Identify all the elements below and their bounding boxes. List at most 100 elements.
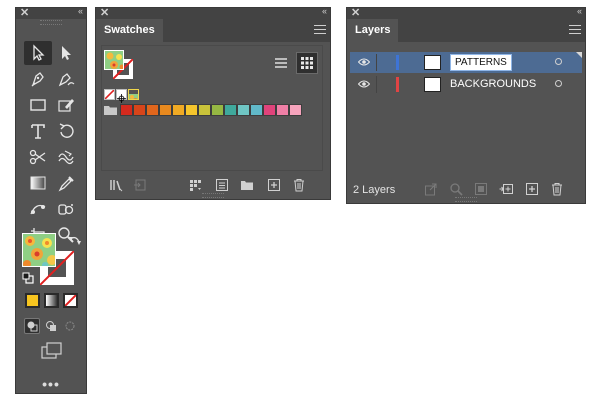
none-mode-button[interactable] xyxy=(63,293,78,308)
symbol-sprayer-tool[interactable] xyxy=(52,197,80,221)
grid-view-button[interactable] xyxy=(296,52,318,74)
create-sublayer-icon[interactable] xyxy=(499,182,513,196)
lock-column[interactable] xyxy=(376,76,377,93)
color-swatch[interactable] xyxy=(146,104,159,116)
color-swatch[interactable] xyxy=(185,104,198,116)
color-swatch[interactable] xyxy=(211,104,224,116)
color-swatch[interactable] xyxy=(276,104,289,116)
layer-name-input[interactable]: PATTERNS xyxy=(450,54,512,71)
color-swatch[interactable] xyxy=(120,104,133,116)
layers-panel-grip[interactable] xyxy=(455,197,477,202)
current-fill-stroke-swatch[interactable] xyxy=(104,50,134,80)
collapse-tools-panel-button[interactable]: ‹‹ xyxy=(78,6,83,16)
swatches-menu-icon[interactable] xyxy=(314,25,326,35)
color-swatch[interactable] xyxy=(172,104,185,116)
swatches-panel-header: ✕ ‹‹ xyxy=(96,6,330,19)
none-swatch[interactable] xyxy=(104,89,115,100)
type-t-icon xyxy=(31,124,45,139)
curvature-pen-icon xyxy=(58,73,75,87)
collapse-swatches-panel-button[interactable]: ‹‹ xyxy=(322,6,327,16)
color-swatch[interactable] xyxy=(224,104,237,116)
registration-swatch[interactable] xyxy=(116,89,127,103)
close-layers-panel-button[interactable]: ✕ xyxy=(351,6,360,19)
scissors-tool[interactable] xyxy=(24,145,52,169)
color-swatch[interactable] xyxy=(198,104,211,116)
pen-tool[interactable] xyxy=(24,67,52,91)
registration-mark-icon xyxy=(117,94,126,103)
color-swatch[interactable] xyxy=(250,104,263,116)
fill-color-swatch[interactable] xyxy=(22,233,56,267)
close-swatches-panel-button[interactable]: ✕ xyxy=(100,6,109,19)
folder-icon xyxy=(104,106,117,115)
locate-object-icon[interactable] xyxy=(449,182,463,196)
delete-swatch-icon[interactable] xyxy=(292,178,306,192)
layers-menu-icon[interactable] xyxy=(569,25,581,35)
color-swatch[interactable] xyxy=(159,104,172,116)
visibility-eye-icon[interactable] xyxy=(358,58,370,66)
draw-normal-button[interactable] xyxy=(24,318,40,334)
layers-panel: ✕ ‹‹ Layers PATTERNS BACKGROUNDS 2 Layer… xyxy=(346,6,586,204)
default-fill-stroke-icon[interactable] xyxy=(22,272,34,284)
gradient-mode-button[interactable] xyxy=(44,293,59,308)
more-tools-button[interactable]: ••• xyxy=(16,376,86,392)
show-swatch-kinds-icon[interactable] xyxy=(189,178,203,192)
swatches-tab-bar: Swatches xyxy=(96,19,330,42)
color-swatch[interactable] xyxy=(133,104,146,116)
swatches-panel-grip[interactable] xyxy=(202,193,224,198)
view-toggle xyxy=(270,52,318,74)
warp-tool[interactable] xyxy=(52,145,80,169)
color-swatch[interactable] xyxy=(237,104,250,116)
gradient-icon xyxy=(30,176,46,190)
new-swatch-icon[interactable] xyxy=(267,178,281,192)
close-tools-panel-button[interactable]: ✕ xyxy=(20,6,29,19)
layer-target-circle[interactable] xyxy=(555,58,562,65)
tools-panel-header: ✕ ‹‹ xyxy=(16,6,86,19)
swap-fill-stroke-icon[interactable] xyxy=(68,234,82,248)
place-swatch-icon[interactable] xyxy=(133,178,147,192)
scissors-icon xyxy=(29,149,46,165)
color-swatch[interactable] xyxy=(289,104,302,116)
collapse-layers-panel-button[interactable]: ‹‹ xyxy=(577,6,582,16)
draw-behind-button[interactable] xyxy=(43,318,59,334)
swatch-options-icon[interactable] xyxy=(215,178,229,192)
collect-for-export-icon[interactable] xyxy=(424,182,438,196)
shaper-tool[interactable] xyxy=(52,93,80,117)
tab-layers[interactable]: Layers xyxy=(347,19,399,42)
color-mode-button[interactable] xyxy=(25,293,40,308)
new-color-group-icon[interactable] xyxy=(240,178,254,192)
pattern-swatch[interactable] xyxy=(128,89,139,100)
floral-pattern-icon xyxy=(23,234,55,266)
layer-row-patterns[interactable]: PATTERNS xyxy=(350,52,582,73)
lock-column[interactable] xyxy=(376,54,377,71)
new-layer-icon[interactable] xyxy=(525,182,539,196)
none-slash-icon xyxy=(65,295,76,306)
rotate-tool[interactable] xyxy=(52,119,80,143)
layer-name[interactable]: BACKGROUNDS xyxy=(450,74,536,95)
delete-layer-icon[interactable] xyxy=(550,182,564,196)
selection-tool[interactable] xyxy=(24,41,52,65)
curvature-tool[interactable] xyxy=(52,67,80,91)
fill-preview xyxy=(104,50,124,70)
eyedropper-icon xyxy=(58,176,74,192)
visibility-eye-icon[interactable] xyxy=(358,80,370,88)
color-swatch[interactable] xyxy=(263,104,276,116)
tools-panel-grip[interactable] xyxy=(40,20,62,25)
type-tool[interactable] xyxy=(24,119,52,143)
layer-row-backgrounds[interactable]: BACKGROUNDS xyxy=(350,74,582,95)
color-group-row xyxy=(104,104,302,116)
draw-mode-buttons xyxy=(24,318,78,334)
gradient-tool[interactable] xyxy=(24,171,52,195)
rectangle-tool[interactable] xyxy=(24,93,52,117)
draw-inside-button[interactable] xyxy=(62,318,78,334)
blend-tool[interactable] xyxy=(24,197,52,221)
list-view-button[interactable] xyxy=(270,52,292,74)
tab-swatches[interactable]: Swatches xyxy=(96,19,163,42)
clipping-mask-icon[interactable] xyxy=(474,182,488,196)
swatch-libraries-icon[interactable] xyxy=(109,178,123,192)
eyedropper-tool[interactable] xyxy=(52,171,80,195)
layer-thumbnail xyxy=(424,77,441,92)
screen-mode-icon[interactable] xyxy=(41,342,63,360)
tools-panel: ✕ ‹‹ ••• xyxy=(15,6,87,394)
layer-target-circle[interactable] xyxy=(555,80,562,87)
direct-selection-tool[interactable] xyxy=(52,41,80,65)
